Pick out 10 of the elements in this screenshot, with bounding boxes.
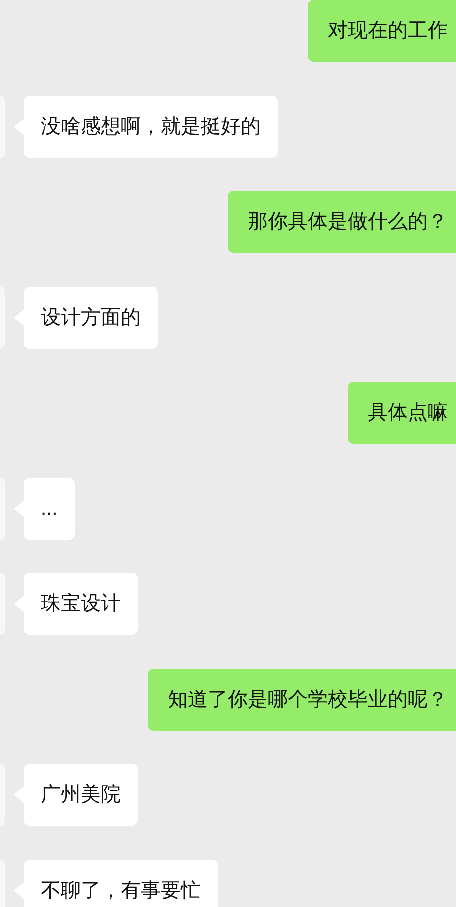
received-message-bubble: 珠宝设计 <box>24 573 138 635</box>
sent-message-bubble: 那你具体是做什么的？ <box>228 191 456 253</box>
received-message-bubble: ... <box>24 478 75 540</box>
sent-message-bubble: 对现在的工作 <box>308 0 456 62</box>
sent-message-bubble: 具体点嘛 <box>348 382 456 444</box>
received-message-bubble: 不聊了，有事要忙 <box>24 860 218 907</box>
received-message-bubble: 没啥感想啊，就是挺好的 <box>24 96 278 158</box>
sent-message-bubble: 知道了你是哪个学校毕业的呢？ <box>148 668 456 730</box>
received-message-bubble: 设计方面的 <box>24 286 158 348</box>
received-message-bubble: 广州美院 <box>24 764 138 826</box>
